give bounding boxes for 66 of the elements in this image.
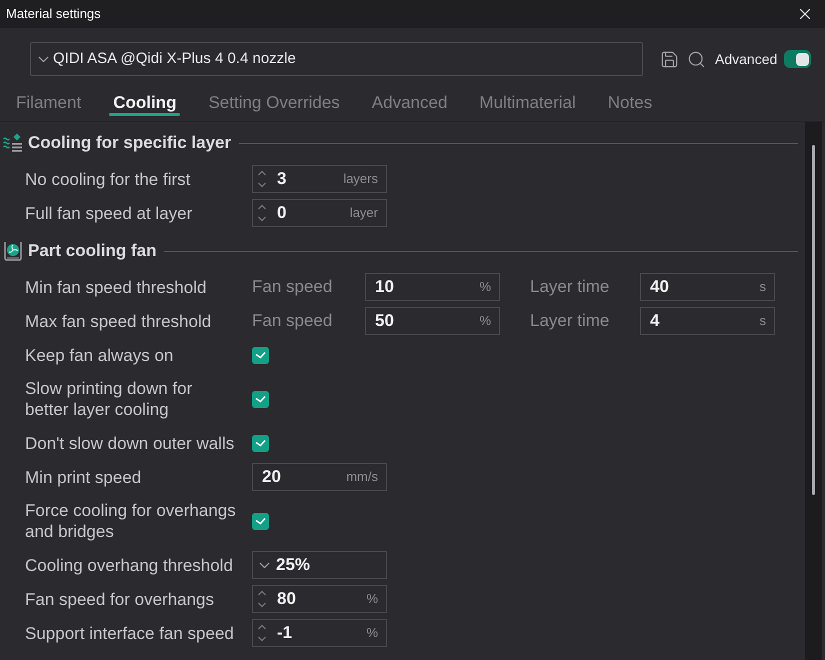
setting-label: No cooling for the first [25,168,192,190]
setting-label: Min print speed [25,466,142,488]
section-title: Cooling for specific layer [28,132,232,154]
search-icon[interactable] [687,50,706,68]
checkmark-icon [255,439,266,447]
setting-label: Force cooling for overhangs and bridges [25,500,237,543]
tab[interactable]: Notes [592,88,668,118]
number-input[interactable]: 50 % [365,307,500,335]
caret-icon[interactable] [259,562,270,568]
setting-label: Keep fan always on [25,344,174,366]
checkbox[interactable] [252,346,269,364]
setting-label: Don't slow down outer walls [25,432,236,454]
setting-label: Fan speed for overhangs [25,588,216,610]
number-input[interactable]: 4 s [640,307,775,335]
layers-icon [3,133,23,153]
unit-label: layers [343,170,378,188]
unit-label: s [760,312,766,330]
number-input[interactable]: 40 s [640,273,775,301]
checkbox[interactable] [252,390,269,408]
stepper-icon[interactable] [257,203,267,223]
number-input[interactable]: 20 mm/s [252,463,387,491]
checkbox[interactable] [252,512,269,530]
unit-label: % [479,278,491,296]
tab[interactable]: Cooling [97,88,192,118]
checkmark-icon [255,351,266,359]
tab[interactable]: Advanced [356,88,464,118]
unit-label: % [479,312,491,330]
setting-label: Cooling overhang threshold [25,554,234,576]
section-title: Part cooling fan [28,240,156,262]
unit-label: mm/s [346,468,378,486]
preset-dropdown[interactable]: QIDI ASA @Qidi X-Plus 4 0.4 nozzle [30,42,643,76]
stepper-icon[interactable] [257,589,267,609]
tab[interactable]: Filament [0,88,98,118]
advanced-label: Advanced [715,50,778,68]
field-label: Layer time [530,276,610,298]
stepper-icon[interactable] [257,623,267,643]
caret-icon[interactable] [38,56,49,62]
setting-label: Max fan speed threshold [25,310,212,332]
number-input[interactable]: 10 % [365,273,500,301]
unit-label: layer [350,204,378,222]
setting-label: Slow printing down for better layer cooling [25,378,194,421]
unit-label: s [760,278,766,296]
field-label: Fan speed [252,276,334,298]
number-input[interactable]: 3 layers [252,165,387,193]
field-label: Layer time [530,310,610,332]
threshold-dropdown[interactable]: 25% [252,551,387,579]
checkmark-icon [255,517,266,525]
unit-label: % [366,624,378,642]
number-input[interactable]: -1 % [252,619,387,647]
number-input[interactable]: 80 % [252,585,387,613]
tab[interactable]: Setting Overrides [192,88,356,118]
advanced-toggle[interactable] [784,50,812,68]
field-label: Fan speed [252,310,334,332]
setting-label: Support interface fan speed [25,622,235,644]
tab[interactable]: Multimaterial [463,88,592,118]
unit-label: % [366,590,378,608]
save-icon[interactable] [660,50,679,68]
setting-label: Min fan speed threshold [25,276,208,298]
fan-icon [3,240,23,262]
number-input[interactable]: 0 layer [252,199,387,227]
stepper-icon[interactable] [257,169,267,189]
setting-label: Full fan speed at layer [25,202,194,224]
window-title: Material settings [6,5,101,24]
scrollbar-thumb[interactable] [812,145,815,495]
checkbox[interactable] [252,434,269,452]
checkmark-icon [255,395,266,403]
